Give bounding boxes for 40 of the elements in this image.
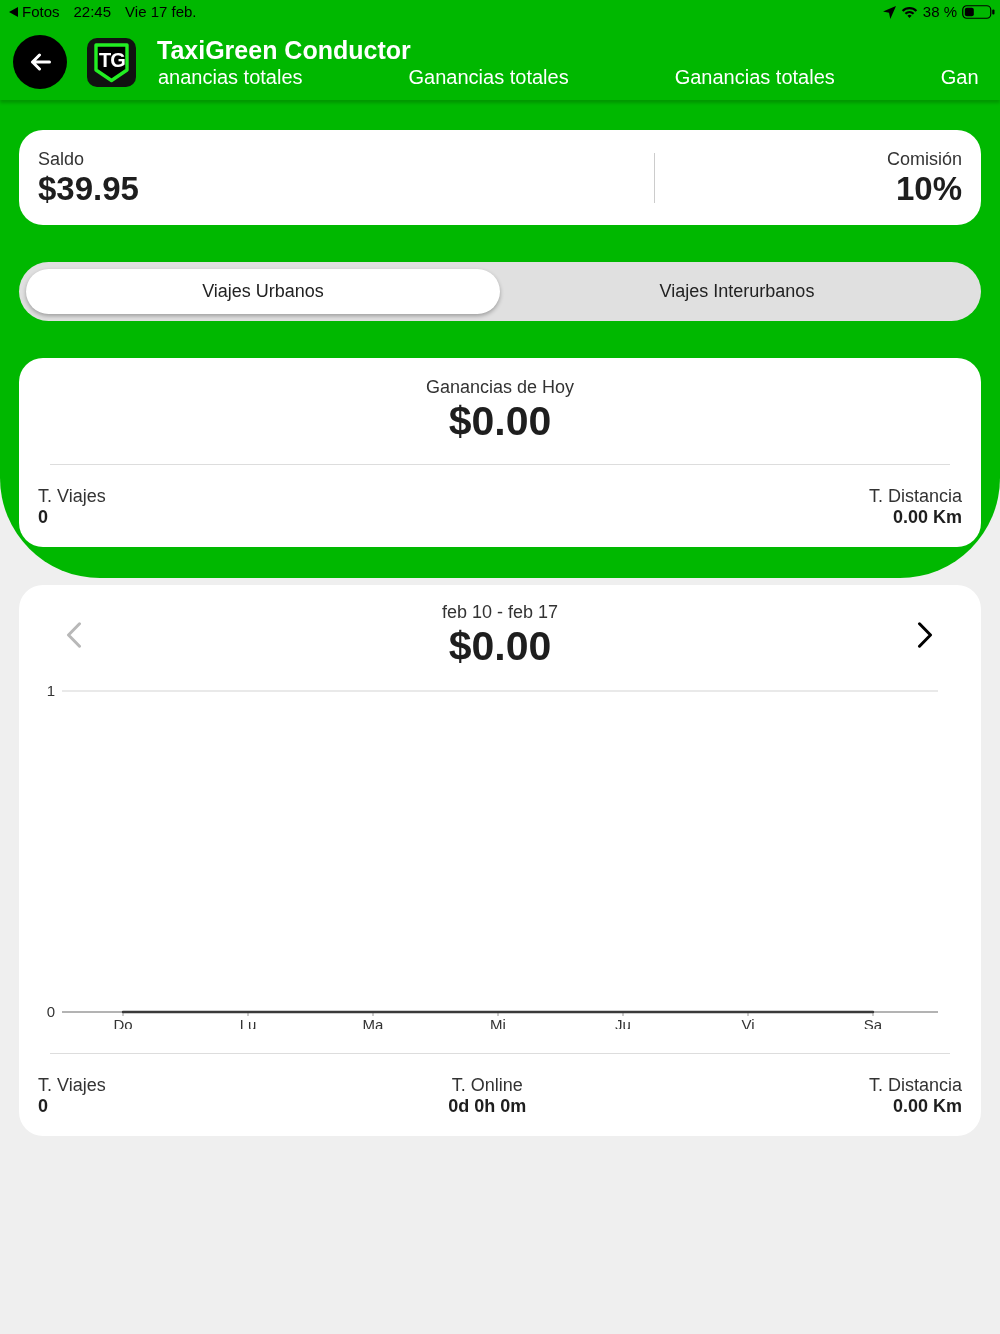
location-arrow-icon bbox=[882, 5, 896, 19]
stat-label: T. Distancia bbox=[868, 1074, 962, 1096]
ticker-text: Ganancias totales bbox=[674, 65, 835, 89]
week-amount: $0.00 bbox=[448, 623, 552, 669]
chevron-right-icon[interactable] bbox=[917, 622, 933, 648]
battery-percent: 38 % bbox=[922, 3, 957, 21]
axis-label: 0 bbox=[46, 1003, 55, 1020]
date-range: feb 10 - feb 17 bbox=[441, 601, 559, 623]
triangle-left-icon bbox=[9, 7, 18, 17]
stat-value: 0.00 Km bbox=[892, 1096, 962, 1116]
stat-label: T. Viajes bbox=[38, 485, 106, 507]
logo-text: TG bbox=[99, 48, 125, 71]
commission-label: Comisión bbox=[886, 147, 962, 170]
status-time: 22:45 bbox=[73, 3, 112, 21]
shield-icon bbox=[93, 41, 130, 83]
app-title: TaxiGreen Conductor bbox=[157, 35, 412, 65]
balance-label: Saldo bbox=[38, 147, 85, 170]
stat-value: 0d 0h 0m bbox=[448, 1096, 527, 1116]
axis-label: 1 bbox=[46, 682, 55, 699]
stat-value: 0 bbox=[38, 507, 48, 527]
tab[interactable]: Viajes Interurbanos bbox=[500, 269, 974, 314]
battery-icon bbox=[962, 5, 995, 19]
stat-label: T. Online bbox=[451, 1074, 523, 1096]
wifi-icon bbox=[900, 6, 918, 18]
commission-value: 10% bbox=[895, 169, 962, 208]
stat-label: T. Distancia bbox=[868, 485, 962, 507]
stat-value: 0 bbox=[38, 1096, 48, 1116]
today-title: Ganancias de Hoy bbox=[425, 376, 575, 398]
ticker-text: Gan bbox=[940, 65, 979, 89]
today-amount: $0.00 bbox=[448, 398, 552, 444]
balance-value: $39.95 bbox=[38, 169, 139, 208]
stat-value: 0.00 Km bbox=[892, 507, 962, 527]
tab[interactable]: Viajes Urbanos bbox=[26, 269, 500, 314]
back-to-app-link[interactable]: Fotos bbox=[9, 3, 60, 21]
status-date: Vie 17 feb. bbox=[125, 3, 197, 21]
stat-label: T. Viajes bbox=[38, 1074, 106, 1096]
arrow-left-icon bbox=[29, 53, 51, 71]
ticker-text: anancias totales bbox=[158, 65, 303, 89]
back-button[interactable] bbox=[13, 35, 67, 89]
ticker-text: Ganancias totales bbox=[408, 65, 569, 89]
